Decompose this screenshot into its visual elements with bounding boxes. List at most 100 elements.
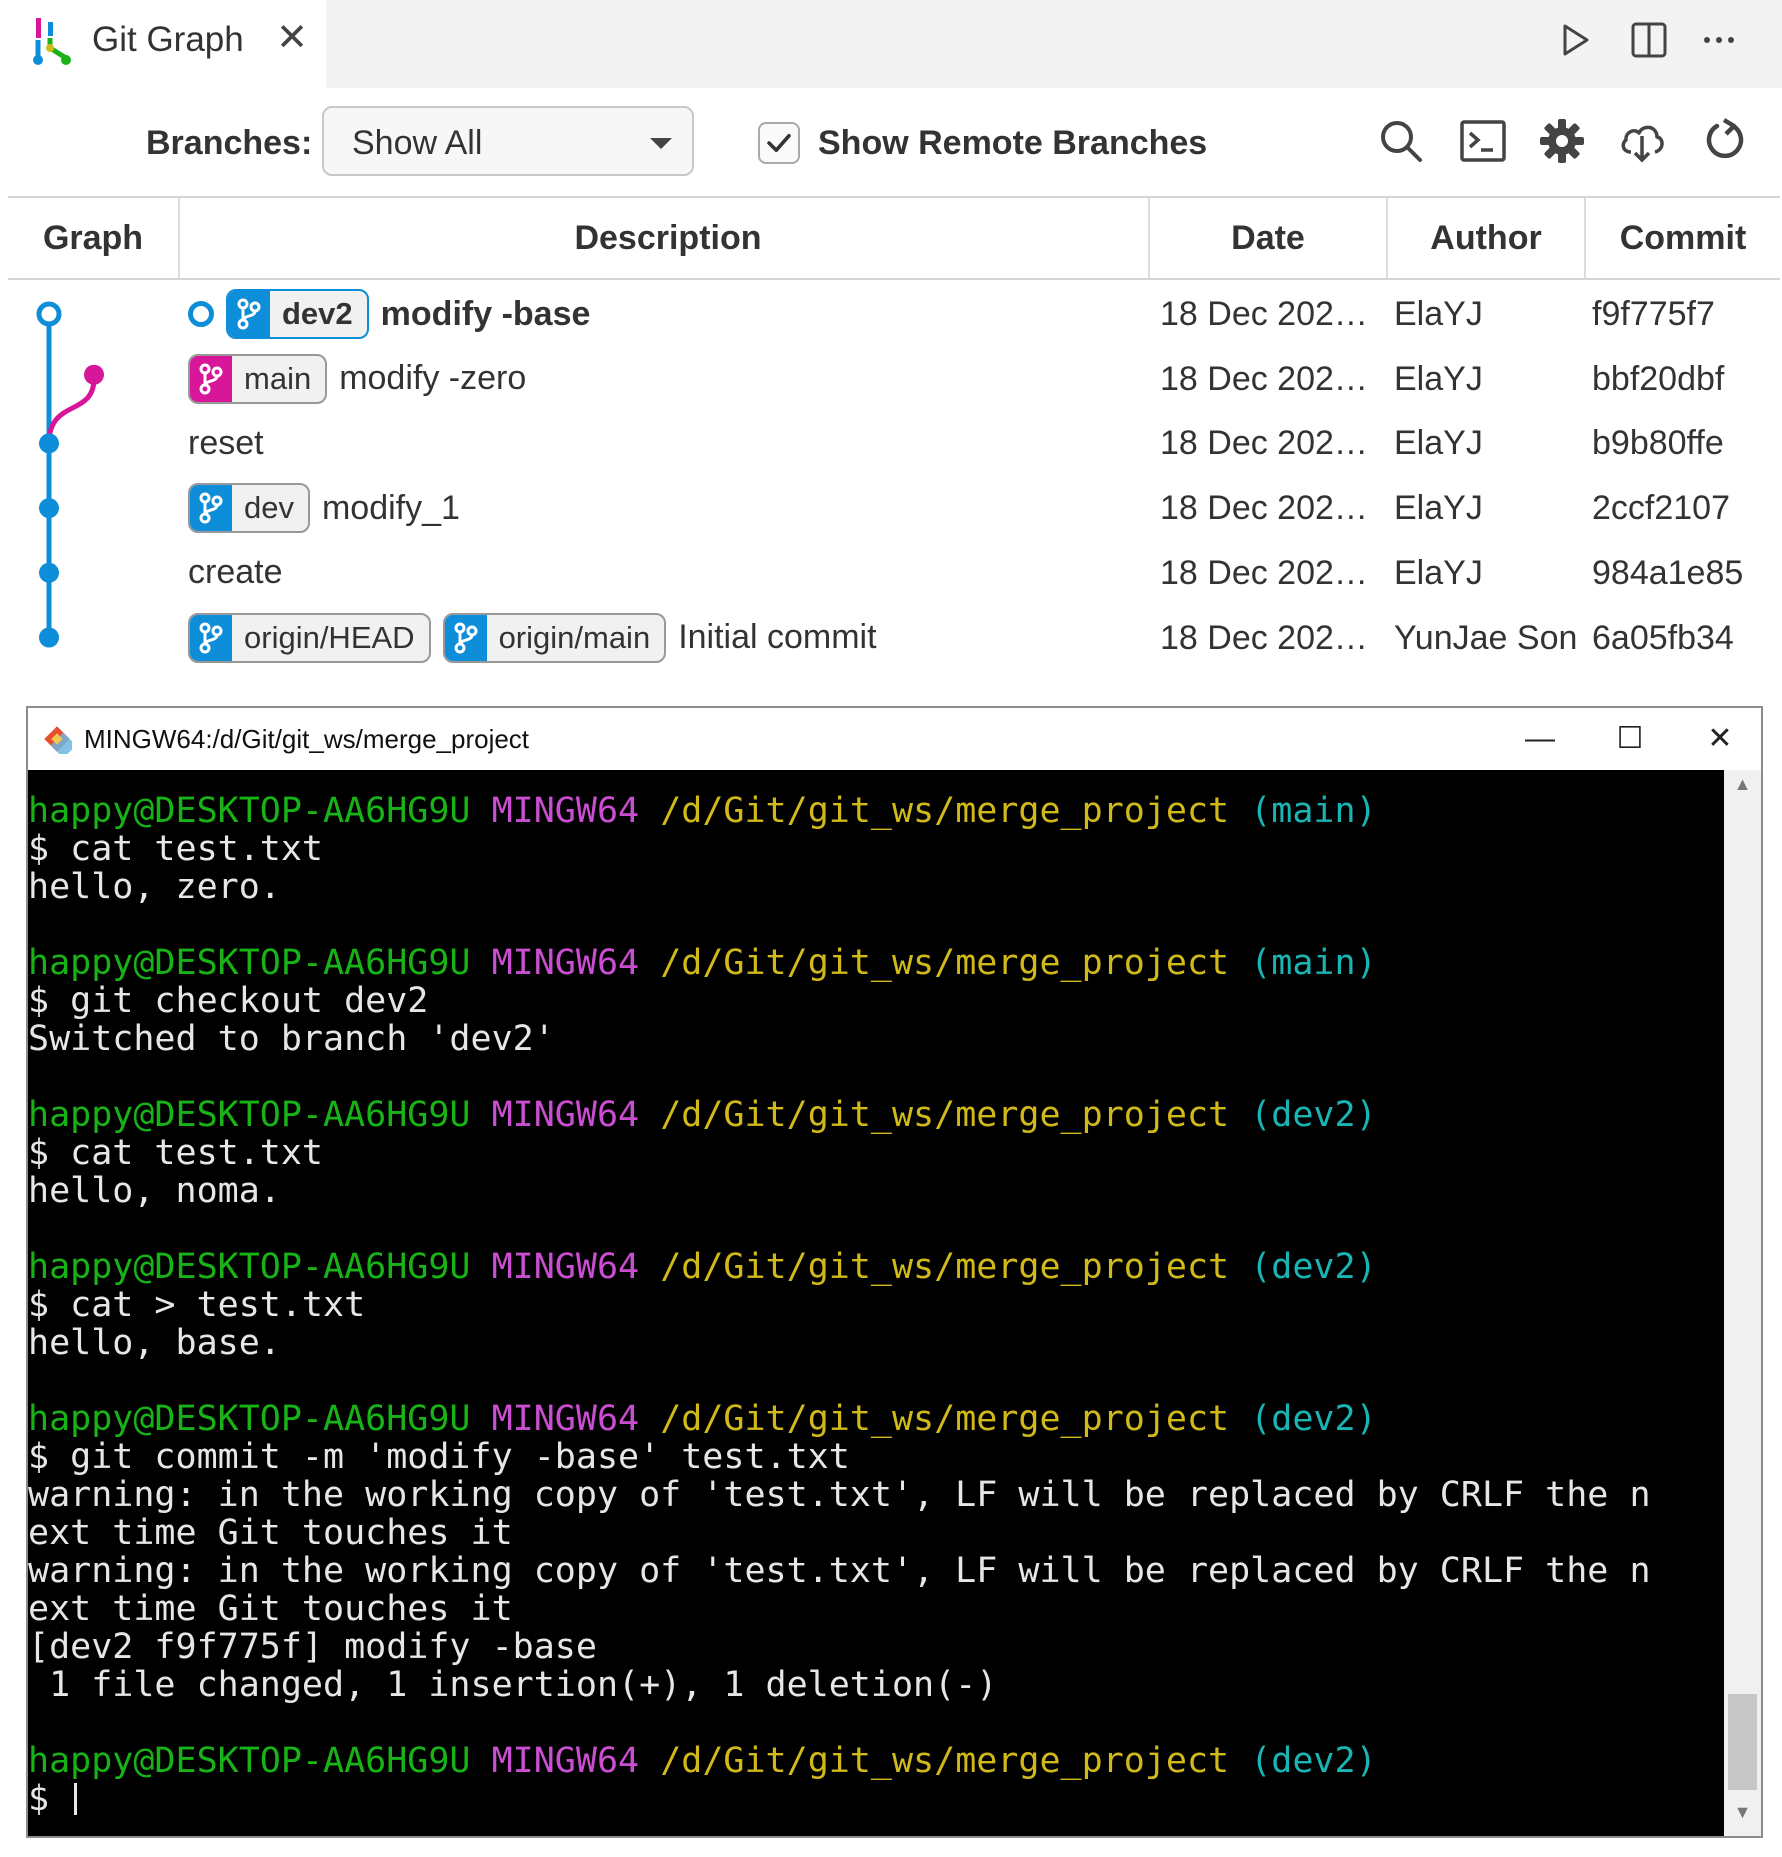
- branch-ref-label: dev: [244, 490, 294, 526]
- prompt-branch: (dev2): [1250, 1095, 1377, 1135]
- prompt-branch: (main): [1250, 791, 1377, 831]
- head-indicator-icon: [188, 301, 214, 327]
- tab-git-graph[interactable]: Git Graph ✕: [0, 0, 326, 88]
- branch-ref-label: origin/main: [498, 619, 651, 655]
- commit-message: modify -base: [380, 294, 591, 333]
- commit-row[interactable]: main modify -zero 18 Dec 202… ElaYJ bbf20dbf: [8, 347, 1780, 411]
- branch-ref-tag[interactable]: origin/main: [442, 612, 667, 663]
- terminal-prompt-line: happy@DESKTOP-AA6HG9U MINGW64 /d/Git/git…: [28, 1400, 1724, 1438]
- commit-date: 18 Dec 202…: [1160, 618, 1368, 657]
- scroll-down-icon[interactable]: ▼: [1724, 1802, 1761, 1832]
- mingw64-terminal-window[interactable]: MINGW64:/d/Git/git_ws/merge_project — ☐ …: [26, 706, 1763, 1838]
- terminal-output-line: hello, noma.: [28, 1171, 281, 1211]
- terminal-output-line: ext time Git touches it: [28, 1589, 513, 1629]
- branches-label: Branches:: [146, 124, 313, 162]
- prompt-user: happy@DESKTOP-AA6HG9U: [28, 1399, 471, 1439]
- branch-ref-tag[interactable]: dev: [188, 483, 310, 534]
- terminal-icon[interactable]: [1458, 116, 1508, 166]
- terminal-output-line: $ cat test.txt: [28, 829, 324, 869]
- commit-author: ElaYJ: [1394, 295, 1483, 333]
- terminal-output-line: ext time Git touches it: [28, 1513, 513, 1553]
- commit-description: reset: [188, 419, 264, 467]
- terminal-input-line[interactable]: $: [28, 1780, 1724, 1818]
- commit-date: 18 Dec 202…: [1160, 359, 1368, 398]
- terminal-prompt-line: happy@DESKTOP-AA6HG9U MINGW64 /d/Git/git…: [28, 944, 1724, 982]
- branch-ref-label: origin/HEAD: [244, 619, 415, 655]
- commit-date: 18 Dec 202…: [1160, 424, 1368, 463]
- prompt-path: /d/Git/git_ws/merge_project: [660, 1095, 1230, 1135]
- commit-message: Initial commit: [678, 618, 877, 656]
- minimize-button[interactable]: —: [1510, 714, 1570, 764]
- prompt-path: /d/Git/git_ws/merge_project: [660, 943, 1230, 983]
- column-header-author[interactable]: Author: [1388, 198, 1584, 278]
- terminal-output[interactable]: happy@DESKTOP-AA6HG9U MINGW64 /d/Git/git…: [28, 770, 1724, 1836]
- column-header-date[interactable]: Date: [1150, 198, 1386, 278]
- commit-author: ElaYJ: [1394, 553, 1483, 592]
- terminal-output-line: $ cat test.txt: [28, 1133, 324, 1173]
- commit-table-body: dev2 modify -base 18 Dec 202… ElaYJ f9f775f7…: [8, 282, 1780, 672]
- terminal-scrollbar[interactable]: ▲ ▼: [1724, 770, 1761, 1836]
- scrollbar-thumb[interactable]: [1728, 1694, 1757, 1790]
- prompt-system: MINGW64: [491, 1399, 640, 1439]
- terminal-output-line: [dev2 f9f775f] modify -base: [28, 1627, 597, 1667]
- column-header-description[interactable]: Description: [180, 198, 1156, 278]
- prompt-path: /d/Git/git_ws/merge_project: [660, 1399, 1230, 1439]
- commit-row[interactable]: create 18 Dec 202… ElaYJ 984a1e85: [8, 541, 1780, 605]
- show-remote-branches-checkbox[interactable]: [758, 122, 800, 164]
- split-editor-icon[interactable]: [1627, 18, 1671, 62]
- git-graph-controls: Branches: Show All Show Remote Branches: [0, 88, 1782, 194]
- run-icon[interactable]: [1553, 18, 1597, 62]
- branch-ref-tag[interactable]: origin/HEAD: [188, 612, 431, 663]
- commit-row[interactable]: dev modify_1 18 Dec 202… ElaYJ 2ccf2107: [8, 476, 1780, 540]
- commit-author: ElaYJ: [1394, 359, 1483, 398]
- fetch-icon[interactable]: [1617, 116, 1667, 166]
- commit-date: 18 Dec 202…: [1160, 295, 1368, 333]
- commit-description: origin/HEAD origin/main Initial commit: [188, 612, 877, 663]
- search-icon[interactable]: [1376, 116, 1426, 166]
- terminal-titlebar[interactable]: MINGW64:/d/Git/git_ws/merge_project — ☐ …: [28, 708, 1761, 770]
- prompt-path: /d/Git/git_ws/merge_project: [660, 1741, 1230, 1781]
- commit-row[interactable]: reset 18 Dec 202… ElaYJ b9b80ffe: [8, 411, 1780, 475]
- branch-ref-label: dev2: [282, 296, 353, 331]
- terminal-output-line: $ git commit -m 'modify -base' test.txt: [28, 1437, 850, 1477]
- prompt-system: MINGW64: [491, 1247, 640, 1287]
- scroll-up-icon[interactable]: ▲: [1724, 774, 1761, 804]
- prompt-user: happy@DESKTOP-AA6HG9U: [28, 1095, 471, 1135]
- terminal-title: MINGW64:/d/Git/git_ws/merge_project: [84, 724, 530, 754]
- commit-author: YunJae Son: [1394, 618, 1578, 657]
- column-header-commit[interactable]: Commit: [1586, 198, 1780, 278]
- prompt-path: /d/Git/git_ws/merge_project: [660, 791, 1230, 831]
- chevron-down-icon: [650, 138, 672, 149]
- branches-dropdown[interactable]: Show All: [322, 106, 694, 176]
- commit-author: ElaYJ: [1394, 424, 1483, 463]
- close-window-button[interactable]: ✕: [1690, 714, 1750, 764]
- gear-icon[interactable]: [1537, 116, 1587, 166]
- commit-row[interactable]: origin/HEAD origin/main Initial commit 18 D…: [8, 606, 1780, 670]
- commit-description: main modify -zero: [188, 353, 527, 404]
- prompt-system: MINGW64: [491, 943, 640, 983]
- terminal-prompt-line: happy@DESKTOP-AA6HG9U MINGW64 /d/Git/git…: [28, 1096, 1724, 1134]
- branch-ref-tag[interactable]: dev2: [226, 289, 369, 339]
- commit-hash: f9f775f7: [1592, 295, 1715, 333]
- git-graph-logo-icon: [33, 18, 71, 65]
- terminal-output-line: $ cat > test.txt: [28, 1285, 366, 1325]
- prompt-system: MINGW64: [491, 791, 640, 831]
- maximize-button[interactable]: ☐: [1600, 714, 1660, 764]
- commit-description: dev2 modify -base: [188, 289, 591, 339]
- refresh-icon[interactable]: [1700, 116, 1750, 166]
- branch-ref-tag[interactable]: main: [188, 353, 328, 404]
- commit-hash: 984a1e85: [1592, 553, 1744, 592]
- prompt-system: MINGW64: [491, 1741, 640, 1781]
- more-actions-icon[interactable]: [1697, 18, 1741, 62]
- commit-message: modify -zero: [339, 359, 527, 398]
- prompt-branch: (main): [1250, 943, 1377, 983]
- tab-close-icon[interactable]: ✕: [272, 18, 312, 58]
- commit-row[interactable]: dev2 modify -base 18 Dec 202… ElaYJ f9f775f7: [8, 282, 1780, 346]
- branch-ref-label: main: [244, 360, 312, 396]
- prompt-user: happy@DESKTOP-AA6HG9U: [28, 1247, 471, 1287]
- commit-message: modify_1: [321, 488, 460, 527]
- terminal-output-line: hello, zero.: [28, 867, 281, 907]
- column-header-graph[interactable]: Graph: [8, 198, 178, 278]
